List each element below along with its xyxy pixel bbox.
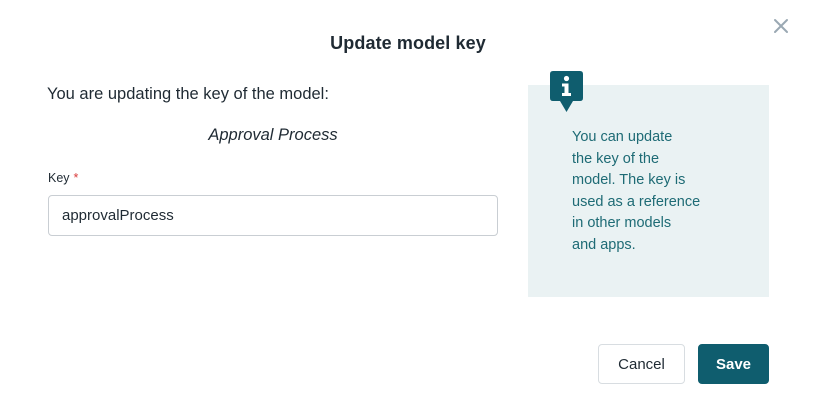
info-line: in other models	[572, 215, 672, 231]
save-button[interactable]: Save	[698, 344, 769, 384]
required-marker: *	[73, 171, 79, 185]
info-line: and apps.	[572, 236, 636, 253]
model-name: Approval Process	[208, 126, 338, 144]
info-text: You can update the key of the model. The…	[572, 127, 752, 256]
key-input[interactable]	[48, 195, 498, 236]
info-icon	[550, 71, 583, 112]
info-line: used as a reference	[572, 193, 701, 210]
key-field-label: Key *	[48, 171, 78, 185]
intro-text: You are updating the key of the model:	[47, 85, 329, 103]
info-line: You can update	[572, 129, 673, 145]
cancel-button[interactable]: Cancel	[598, 344, 685, 384]
update-model-key-dialog: Update model key You are updating the ke…	[0, 0, 816, 414]
info-line: the key of the	[572, 150, 660, 167]
dialog-title: Update model key	[330, 33, 486, 53]
info-line: model. The key is	[572, 172, 686, 188]
key-label-text: Key	[48, 171, 70, 185]
